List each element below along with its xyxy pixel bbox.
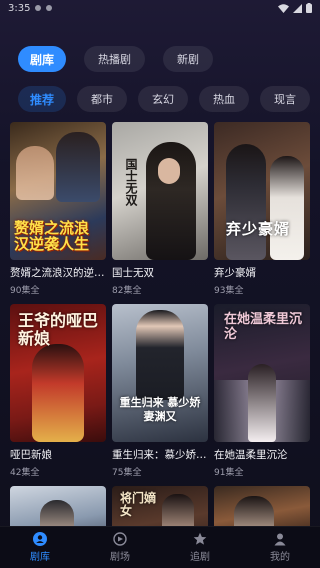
drama-card[interactable]: 王爷的哑巴新娘 哑巴新娘 42集全 xyxy=(10,304,106,478)
drama-episodes: 90集全 xyxy=(10,286,40,296)
nav-follow[interactable]: 追剧 xyxy=(170,532,230,563)
poster-title-art: 弃少豪婿 xyxy=(226,220,291,238)
bottom-nav: 剧库 剧场 追剧 我的 xyxy=(0,526,320,568)
nav-profile[interactable]: 我的 xyxy=(250,532,310,563)
tab-new[interactable]: 新剧 xyxy=(163,46,214,72)
nav-label: 追剧 xyxy=(190,552,210,563)
star-icon xyxy=(193,532,207,546)
drama-poster: 重生归来 慕少娇妻渊又 xyxy=(112,304,208,442)
drama-title: 在她温柔里沉沦 xyxy=(214,449,288,461)
theater-icon xyxy=(113,532,127,546)
genre-romance[interactable]: 现言 xyxy=(259,86,310,112)
poster-title-art: 在她温柔里沉沦 xyxy=(224,312,303,342)
drama-title: 重生归来：慕少娇妻渊又 xyxy=(112,449,208,461)
drama-card[interactable]: 重生归来 慕少娇妻渊又 重生归来：慕少娇妻渊又 75集全 xyxy=(112,304,208,478)
drama-poster: 在她温柔里沉沦 xyxy=(214,304,310,442)
genre-recommend[interactable]: 推荐 xyxy=(18,86,67,112)
category-tabs: 剧库 热播剧 新剧 xyxy=(18,46,302,72)
genre-filter: 推荐 都市 玄幻 热血 现言 xyxy=(18,86,310,112)
drama-poster: 王爷的哑巴新娘 xyxy=(10,304,106,442)
drama-episodes: 75集全 xyxy=(112,468,142,478)
drama-poster: 赘婿之流浪汉逆袭人生 xyxy=(10,122,106,260)
genre-urban[interactable]: 都市 xyxy=(77,86,127,112)
nav-theater[interactable]: 剧场 xyxy=(90,532,150,563)
drama-title: 国士无双 xyxy=(112,267,154,279)
poster-title-art: 将门嫡女 xyxy=(120,491,157,518)
drama-episodes: 93集全 xyxy=(214,286,244,296)
status-time: 3:35 xyxy=(8,2,31,14)
library-icon xyxy=(33,532,47,546)
drama-card[interactable]: 赘婿之流浪汉逆袭人生 赘婿之流浪汉的逆袭人生 90集全 xyxy=(10,122,106,296)
tab-library[interactable]: 剧库 xyxy=(18,46,67,72)
nav-label: 我的 xyxy=(270,552,290,563)
profile-icon xyxy=(273,532,287,546)
nav-library[interactable]: 剧库 xyxy=(10,532,70,563)
genre-fantasy[interactable]: 玄幻 xyxy=(137,86,188,112)
tab-hot[interactable]: 热播剧 xyxy=(84,46,146,72)
nav-label: 剧库 xyxy=(30,552,50,563)
genre-action[interactable]: 热血 xyxy=(198,86,249,112)
drama-title: 赘婿之流浪汉的逆袭人生 xyxy=(10,267,106,279)
nav-label: 剧场 xyxy=(110,552,130,563)
signal-icon xyxy=(293,3,302,13)
poster-title-art: 赘婿之流浪汉逆袭人生 xyxy=(14,219,90,253)
drama-episodes: 91集全 xyxy=(214,468,244,478)
drama-poster: 国士无双 xyxy=(112,122,208,260)
notification-icon xyxy=(35,5,42,11)
wifi-icon xyxy=(278,3,289,13)
drama-card[interactable]: 国士无双 国士无双 82集全 xyxy=(112,122,208,296)
drama-episodes: 82集全 xyxy=(112,286,142,296)
drama-card[interactable]: 弃少豪婿 弃少豪婿 93集全 xyxy=(214,122,310,296)
notification-icon xyxy=(46,5,53,11)
drama-title: 弃少豪婿 xyxy=(214,267,256,279)
drama-poster: 弃少豪婿 xyxy=(214,122,310,260)
drama-grid: 赘婿之流浪汉逆袭人生 赘婿之流浪汉的逆袭人生 90集全 国士无双 国士无双 82… xyxy=(10,122,310,542)
drama-title: 哑巴新娘 xyxy=(10,449,52,461)
drama-card[interactable]: 在她温柔里沉沦 在她温柔里沉沦 91集全 xyxy=(214,304,310,478)
poster-title-art: 国士无双 xyxy=(124,158,138,206)
poster-title-art: 重生归来 慕少娇妻渊又 xyxy=(119,396,201,423)
drama-episodes: 42集全 xyxy=(10,468,40,478)
battery-icon xyxy=(306,3,312,13)
poster-title-art: 王爷的哑巴新娘 xyxy=(18,311,99,348)
status-bar: 3:35 xyxy=(0,0,320,16)
